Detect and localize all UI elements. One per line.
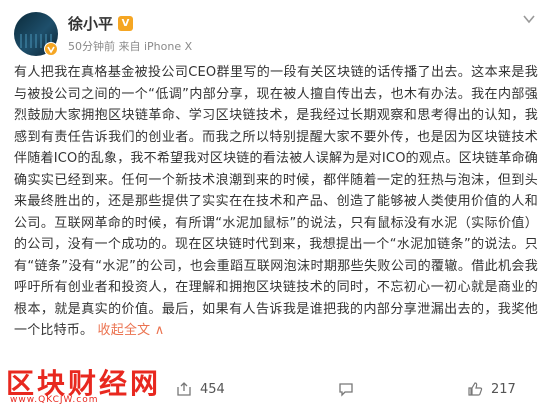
comment-icon [339,383,353,397]
post-text: 有人把我在真格基金被投公司CEO群里写的一段有关区块链的话传播了出去。这本来是我… [14,65,538,338]
post-header: 徐小平 V 50分钟前 来自 iPhone X [0,0,550,62]
like-button[interactable]: 217 [467,374,516,404]
vip-icon[interactable]: V [118,15,134,31]
post-meta: 50分钟前 来自 iPhone X [68,40,193,53]
collapse-link[interactable]: 收起全文 ∧ [98,323,165,338]
comment-button[interactable] [338,374,362,404]
name-row: 徐小平 V [68,13,134,34]
like-count: 217 [491,381,516,397]
username[interactable]: 徐小平 [68,13,113,34]
post-body: 有人把我在真格基金被投公司CEO群里写的一段有关区块链的话传播了出去。这本来是我… [14,62,538,342]
chevron-down-icon[interactable] [522,12,536,26]
verified-badge-icon [44,42,58,56]
watermark-url: www.QKCJW.com [10,395,99,405]
watermark: 区块财经网 www.QKCJW.com [0,362,250,409]
like-icon [468,382,483,396]
